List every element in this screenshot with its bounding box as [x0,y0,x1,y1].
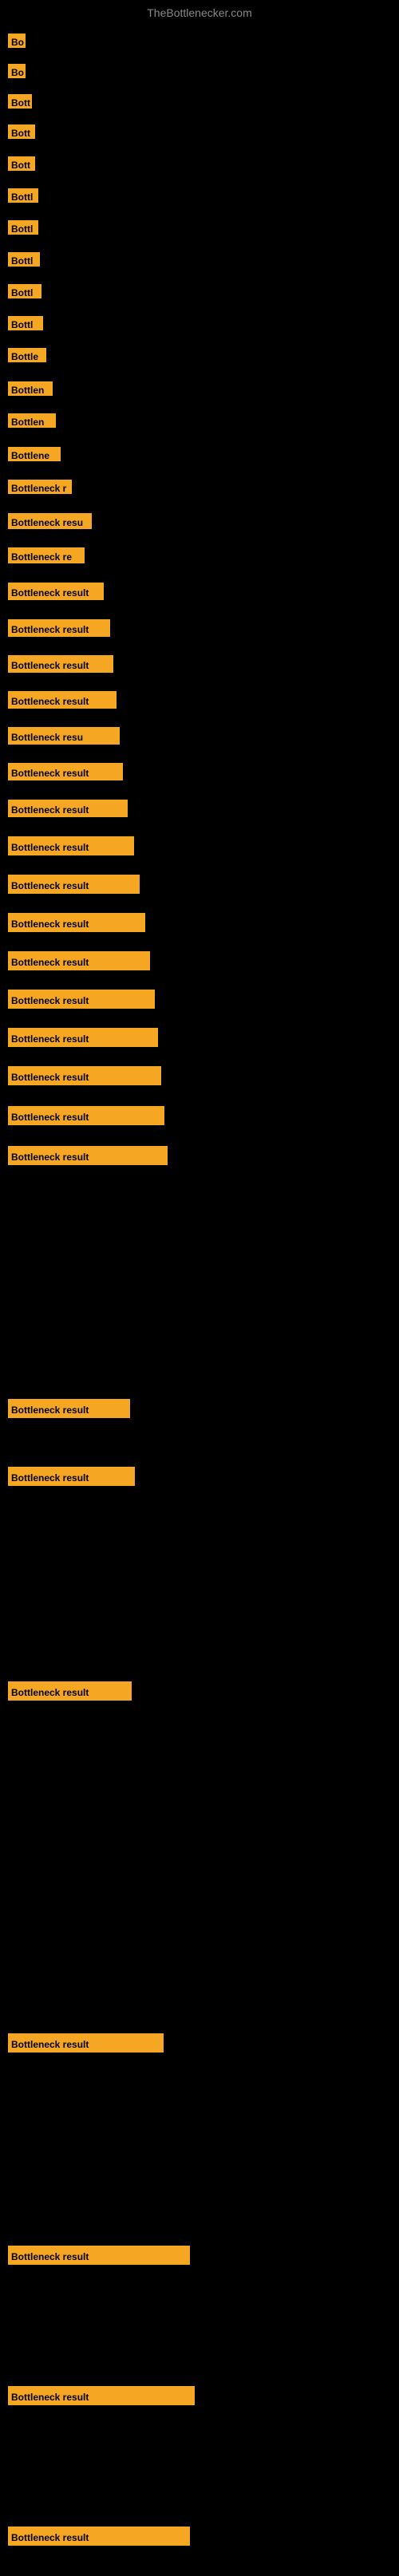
bottleneck-label: Bottleneck result [8,800,128,817]
bottleneck-label: Bott [8,156,35,171]
bottleneck-item: Bottleneck r [8,480,72,498]
bottleneck-label: Bottleneck result [8,1106,164,1125]
bottleneck-item: Bottleneck result [8,1066,161,1089]
bottleneck-label: Bottleneck resu [8,513,92,529]
bottleneck-label: Bottleneck re [8,547,85,563]
bottleneck-item: Bottl [8,188,38,207]
bottleneck-item: Bottleneck result [8,875,140,898]
bottleneck-item: Bottleneck result [8,1028,158,1051]
bottleneck-label: Bottleneck result [8,2033,164,2053]
bottleneck-item: Bottleneck result [8,1146,168,1169]
bottleneck-item: Bottleneck result [8,1681,132,1705]
bottleneck-label: Bottleneck result [8,619,110,637]
bottleneck-label: Bottleneck result [8,951,150,970]
bottleneck-label: Bottleneck result [8,2246,190,2265]
bottleneck-label: Bottleneck result [8,1146,168,1165]
bottleneck-label: Bottl [8,188,38,203]
bottleneck-label: Bottl [8,316,43,330]
bottleneck-label: Bo [8,64,26,78]
bottleneck-label: Bottlene [8,447,61,461]
bottleneck-item: Bottlene [8,447,61,465]
bottleneck-item: Bottleneck result [8,2033,164,2056]
bottleneck-label: Bottleneck result [8,2527,190,2546]
bottleneck-label: Bottleneck resu [8,727,120,745]
bottleneck-label: Bottleneck result [8,583,104,600]
bottleneck-item: Bott [8,94,32,113]
bottleneck-item: Bott [8,124,35,143]
bottleneck-item: Bottleneck result [8,691,117,713]
bottleneck-item: Bottleneck result [8,800,128,821]
bottleneck-item: Bottleneck result [8,2246,190,2269]
bottleneck-item: Bottleneck resu [8,513,92,533]
bottleneck-label: Bottleneck r [8,480,72,494]
bottleneck-item: Bottlen [8,413,56,432]
bottleneck-label: Bott [8,124,35,139]
bottleneck-label: Bottleneck result [8,655,113,673]
bottleneck-label: Bottleneck result [8,836,134,855]
bottleneck-item: Bottleneck re [8,547,85,567]
bottleneck-item: Bottleneck result [8,583,104,604]
bottleneck-label: Bottl [8,252,40,267]
bottleneck-label: Bottleneck result [8,1066,161,1085]
bottleneck-label: Bottleneck result [8,1681,132,1701]
bottleneck-label: Bottleneck result [8,990,155,1009]
bottleneck-item: Bottl [8,220,38,239]
bottleneck-item: Bo [8,34,26,52]
bottleneck-item: Bottleneck result [8,913,145,936]
bottleneck-item: Bottle [8,348,46,366]
bottleneck-label: Bottleneck result [8,875,140,894]
bottleneck-label: Bo [8,34,26,48]
bottleneck-label: Bottl [8,220,38,235]
bottleneck-label: Bottle [8,348,46,362]
bottleneck-item: Bottleneck result [8,990,155,1013]
bottleneck-item: Bottleneck result [8,619,110,641]
bottleneck-label: Bottlen [8,413,56,428]
bottleneck-item: Bottl [8,316,43,334]
bottleneck-label: Bottleneck result [8,763,123,780]
bottleneck-item: Bottleneck result [8,1106,164,1129]
bottleneck-label: Bottleneck result [8,1467,135,1486]
bottleneck-item: Bottleneck result [8,1399,130,1422]
bottleneck-label: Bott [8,94,32,109]
items-container: Bo Bo Bott Bott Bott Bottl Bottl Bottl Bottl Bott… [0,22,399,2576]
bottleneck-label: Bottlen [8,381,53,396]
site-title: TheBottlenecker.com [0,0,399,22]
bottleneck-item: Bottleneck result [8,1467,135,1490]
bottleneck-label: Bottleneck result [8,913,145,932]
bottleneck-item: Bo [8,64,26,82]
bottleneck-item: Bottleneck result [8,2527,190,2550]
bottleneck-item: Bott [8,156,35,175]
bottleneck-label: Bottleneck result [8,691,117,709]
bottleneck-item: Bottleneck result [8,951,150,974]
bottleneck-item: Bottlen [8,381,53,400]
bottleneck-label: Bottleneck result [8,1399,130,1418]
bottleneck-item: Bottleneck resu [8,727,120,749]
bottleneck-item: Bottl [8,284,41,302]
bottleneck-label: Bottleneck result [8,1028,158,1047]
bottleneck-item: Bottl [8,252,40,271]
bottleneck-item: Bottleneck result [8,763,123,784]
bottleneck-item: Bottleneck result [8,836,134,859]
bottleneck-item: Bottleneck result [8,655,113,677]
bottleneck-label: Bottl [8,284,41,298]
bottleneck-item: Bottleneck result [8,2386,195,2409]
bottleneck-label: Bottleneck result [8,2386,195,2405]
